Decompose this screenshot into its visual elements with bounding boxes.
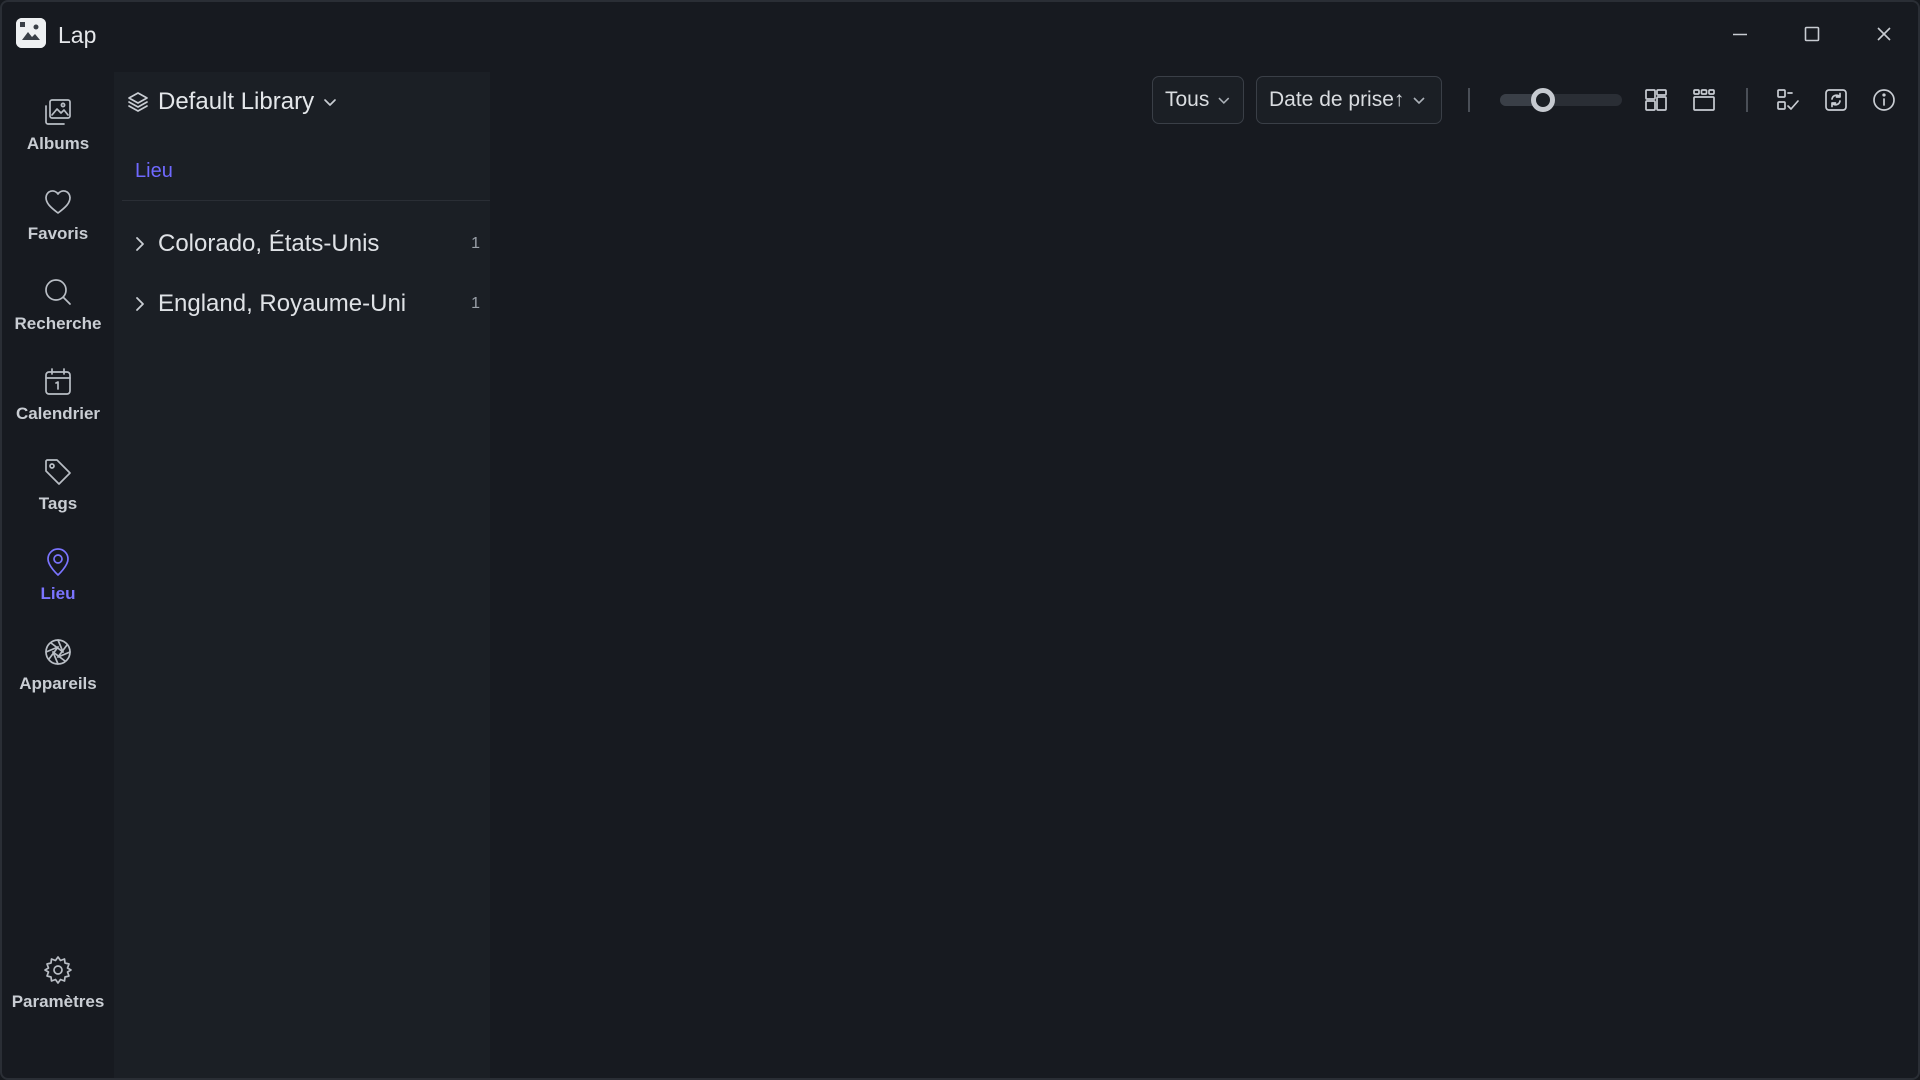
section-title: Lieu: [135, 160, 173, 182]
toolbar-separator: [1746, 88, 1748, 112]
location-count: 1: [471, 295, 480, 312]
info-button[interactable]: [1866, 82, 1902, 118]
nav-item-favoris[interactable]: Favoris: [4, 186, 112, 272]
sort-value: Date de prise↑: [1269, 88, 1405, 111]
toolbar-separator: [1468, 88, 1470, 112]
nav-label-lieu: Lieu: [40, 584, 76, 603]
layers-icon: [128, 92, 148, 112]
slider-thumb[interactable]: [1530, 88, 1555, 112]
select-icon: [1777, 89, 1799, 110]
chevron-down-icon: [1413, 97, 1425, 105]
info-icon: [1873, 89, 1895, 111]
chevron-down-icon: [324, 99, 336, 106]
nav-item-calendrier[interactable]: Calendrier: [4, 366, 112, 452]
sort-dropdown[interactable]: Date de prise↑: [1256, 76, 1442, 124]
side-nav: Albums Favoris Recherche Calendrier Tags…: [4, 72, 112, 1078]
grid-view-icon: [1645, 89, 1667, 111]
nav-label-parametres: Paramètres: [11, 992, 105, 1011]
heart-icon: [45, 190, 71, 214]
nav-item-parametres[interactable]: Paramètres: [4, 954, 112, 1040]
refresh-button[interactable]: [1818, 82, 1854, 118]
images-icon: [45, 99, 71, 125]
chevron-right-icon[interactable]: [132, 296, 148, 312]
app-title: Lap: [58, 22, 97, 48]
calendar-icon: [45, 368, 71, 395]
location-item-england[interactable]: England, Royaume-Uni 1: [122, 280, 490, 328]
tag-icon: [45, 459, 71, 485]
nav-label-calendrier: Calendrier: [15, 404, 101, 423]
timeline-view-button[interactable]: [1686, 82, 1722, 118]
library-name: Default Library: [158, 88, 315, 115]
title-bar: Lap: [2, 2, 1918, 66]
nav-item-appareils[interactable]: Appareils: [4, 636, 112, 722]
chevron-down-icon: [1218, 97, 1230, 105]
gear-icon: [44, 956, 72, 984]
filter-value: Tous: [1165, 88, 1210, 111]
map-pin-icon: [47, 548, 69, 576]
nav-item-recherche[interactable]: Recherche: [4, 276, 112, 362]
nav-label-albums: Albums: [26, 134, 90, 153]
nav-label-tags: Tags: [38, 494, 78, 513]
library-selector[interactable]: Default Library: [126, 86, 338, 118]
nav-item-albums[interactable]: Albums: [4, 96, 112, 182]
location-name: Colorado, États-Unis: [158, 230, 380, 257]
refresh-icon: [1825, 89, 1847, 111]
camera-aperture-icon: [45, 639, 71, 665]
timeline-view-icon: [1693, 89, 1715, 111]
nav-item-tags[interactable]: Tags: [4, 456, 112, 542]
app-logo-icon: [16, 18, 46, 48]
location-item-colorado[interactable]: Colorado, États-Unis 1: [122, 220, 490, 268]
maximize-button[interactable]: [1782, 12, 1842, 56]
chevron-right-icon[interactable]: [132, 236, 148, 252]
thumbnail-size-slider[interactable]: [1500, 94, 1622, 106]
nav-item-lieu[interactable]: Lieu: [4, 546, 112, 632]
minimize-button[interactable]: [1710, 12, 1770, 56]
maximize-icon: [1804, 26, 1820, 42]
nav-label-favoris: Favoris: [27, 224, 89, 243]
close-button[interactable]: [1854, 12, 1914, 56]
filter-dropdown[interactable]: Tous: [1152, 76, 1244, 124]
nav-label-appareils: Appareils: [19, 674, 97, 693]
minimize-icon: [1733, 33, 1747, 36]
select-button[interactable]: [1770, 82, 1806, 118]
app-window: Lap Albums Favoris Recherche Calendrier …: [0, 0, 1920, 1080]
location-count: 1: [471, 235, 480, 252]
location-name: England, Royaume-Uni: [158, 290, 407, 317]
nav-label-recherche: Recherche: [14, 314, 102, 333]
close-icon: [1877, 27, 1891, 41]
divider: [122, 200, 490, 201]
location-panel: Default Library Lieu Colorado, États-Uni…: [114, 72, 490, 1078]
grid-view-button[interactable]: [1638, 82, 1674, 118]
search-icon: [45, 279, 71, 305]
